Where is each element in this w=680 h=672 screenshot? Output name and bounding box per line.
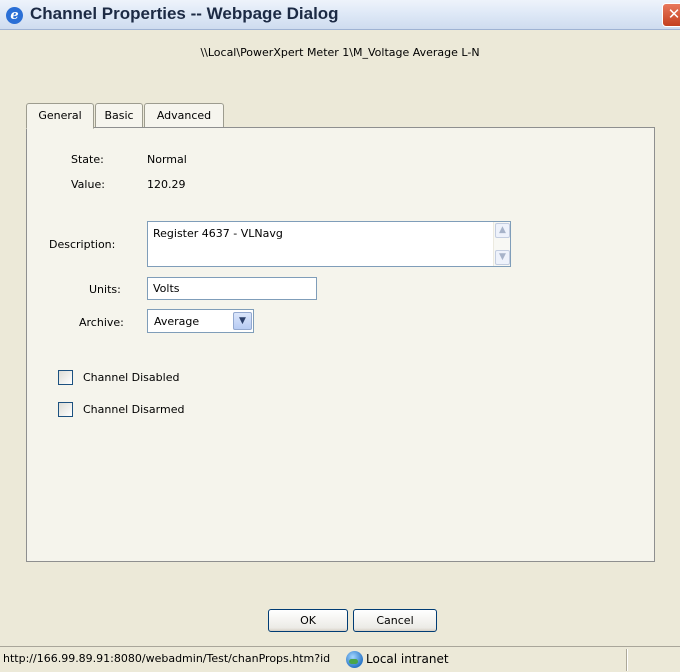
archive-label: Archive: <box>79 316 124 329</box>
value-label: Value: <box>71 178 105 191</box>
channel-path: \\Local\PowerXpert Meter 1\M_Voltage Ave… <box>200 46 480 59</box>
archive-value: Average <box>154 315 200 328</box>
description-label: Description: <box>49 238 116 251</box>
status-url: http://166.99.89.91:8080/webadmin/Test/c… <box>3 652 331 665</box>
status-bar: http://166.99.89.91:8080/webadmin/Test/c… <box>0 646 680 672</box>
scroll-up-icon[interactable]: ▲ <box>495 223 510 238</box>
units-label: Units: <box>89 283 121 296</box>
ok-button[interactable]: OK <box>268 609 348 632</box>
description-text: Register 4637 - VLNavg <box>153 227 283 240</box>
cancel-button[interactable]: Cancel <box>353 609 437 632</box>
close-button[interactable]: ✕ <box>662 3 680 27</box>
tab-basic[interactable]: Basic <box>95 103 143 128</box>
security-zone-label: Local intranet <box>366 652 449 666</box>
tab-general[interactable]: General <box>26 103 94 129</box>
scroll-down-icon[interactable]: ▼ <box>495 250 510 265</box>
value-value: 120.29 <box>147 178 186 191</box>
units-input[interactable]: Volts <box>147 277 317 300</box>
channel-disarmed-label[interactable]: Channel Disarmed <box>83 403 184 416</box>
status-divider <box>626 649 628 671</box>
state-value: Normal <box>147 153 187 166</box>
units-value: Volts <box>153 282 180 295</box>
internet-explorer-icon: e <box>6 7 23 24</box>
state-label: State: <box>71 153 104 166</box>
local-intranet-icon <box>346 651 363 668</box>
window-title: Channel Properties -- Webpage Dialog <box>30 4 339 23</box>
archive-select[interactable]: Average ▼ <box>147 309 254 333</box>
general-panel: State: Normal Value: 120.29 Description:… <box>26 127 655 562</box>
channel-disabled-label[interactable]: Channel Disabled <box>83 371 179 384</box>
tab-advanced[interactable]: Advanced <box>144 103 224 128</box>
description-textarea[interactable]: Register 4637 - VLNavg ▲ ▼ <box>147 221 511 267</box>
channel-disabled-checkbox[interactable] <box>58 370 73 385</box>
chevron-down-icon[interactable]: ▼ <box>233 312 252 330</box>
description-scrollbar[interactable]: ▲ ▼ <box>493 222 510 266</box>
title-bar: e Channel Properties -- Webpage Dialog ✕ <box>0 0 680 30</box>
close-icon: ✕ <box>667 5 680 23</box>
channel-disarmed-checkbox[interactable] <box>58 402 73 417</box>
